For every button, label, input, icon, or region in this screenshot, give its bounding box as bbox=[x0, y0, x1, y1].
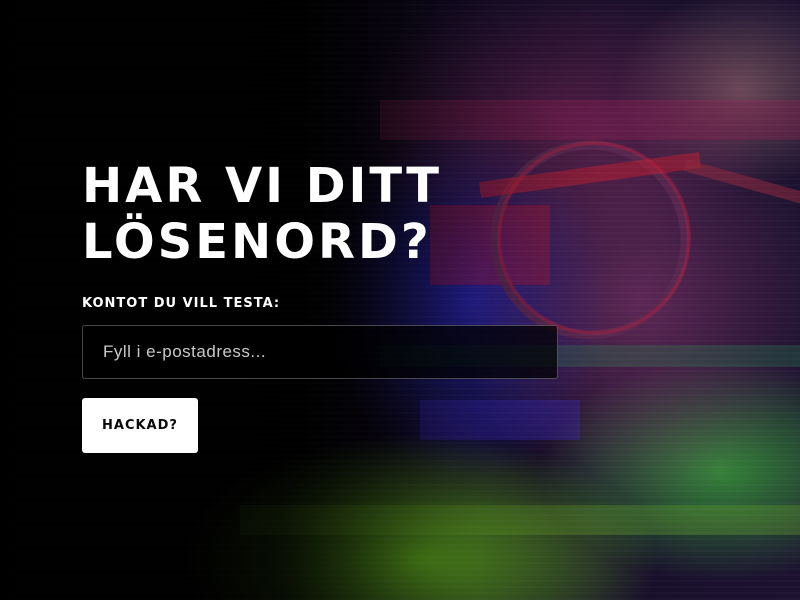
glitch-band bbox=[380, 100, 800, 140]
hacked-check-button[interactable]: HACKAD? bbox=[82, 398, 198, 453]
page-title: HAR VI DITT LÖSENORD? bbox=[82, 158, 442, 270]
email-field[interactable] bbox=[82, 325, 558, 379]
email-field-label: KONTOT DU VILL TESTA: bbox=[82, 296, 281, 311]
page: HAR VI DITT LÖSENORD? KONTOT DU VILL TES… bbox=[0, 0, 800, 600]
password-check-form: HAR VI DITT LÖSENORD? KONTOT DU VILL TES… bbox=[82, 158, 602, 453]
glitch-band bbox=[240, 505, 800, 535]
